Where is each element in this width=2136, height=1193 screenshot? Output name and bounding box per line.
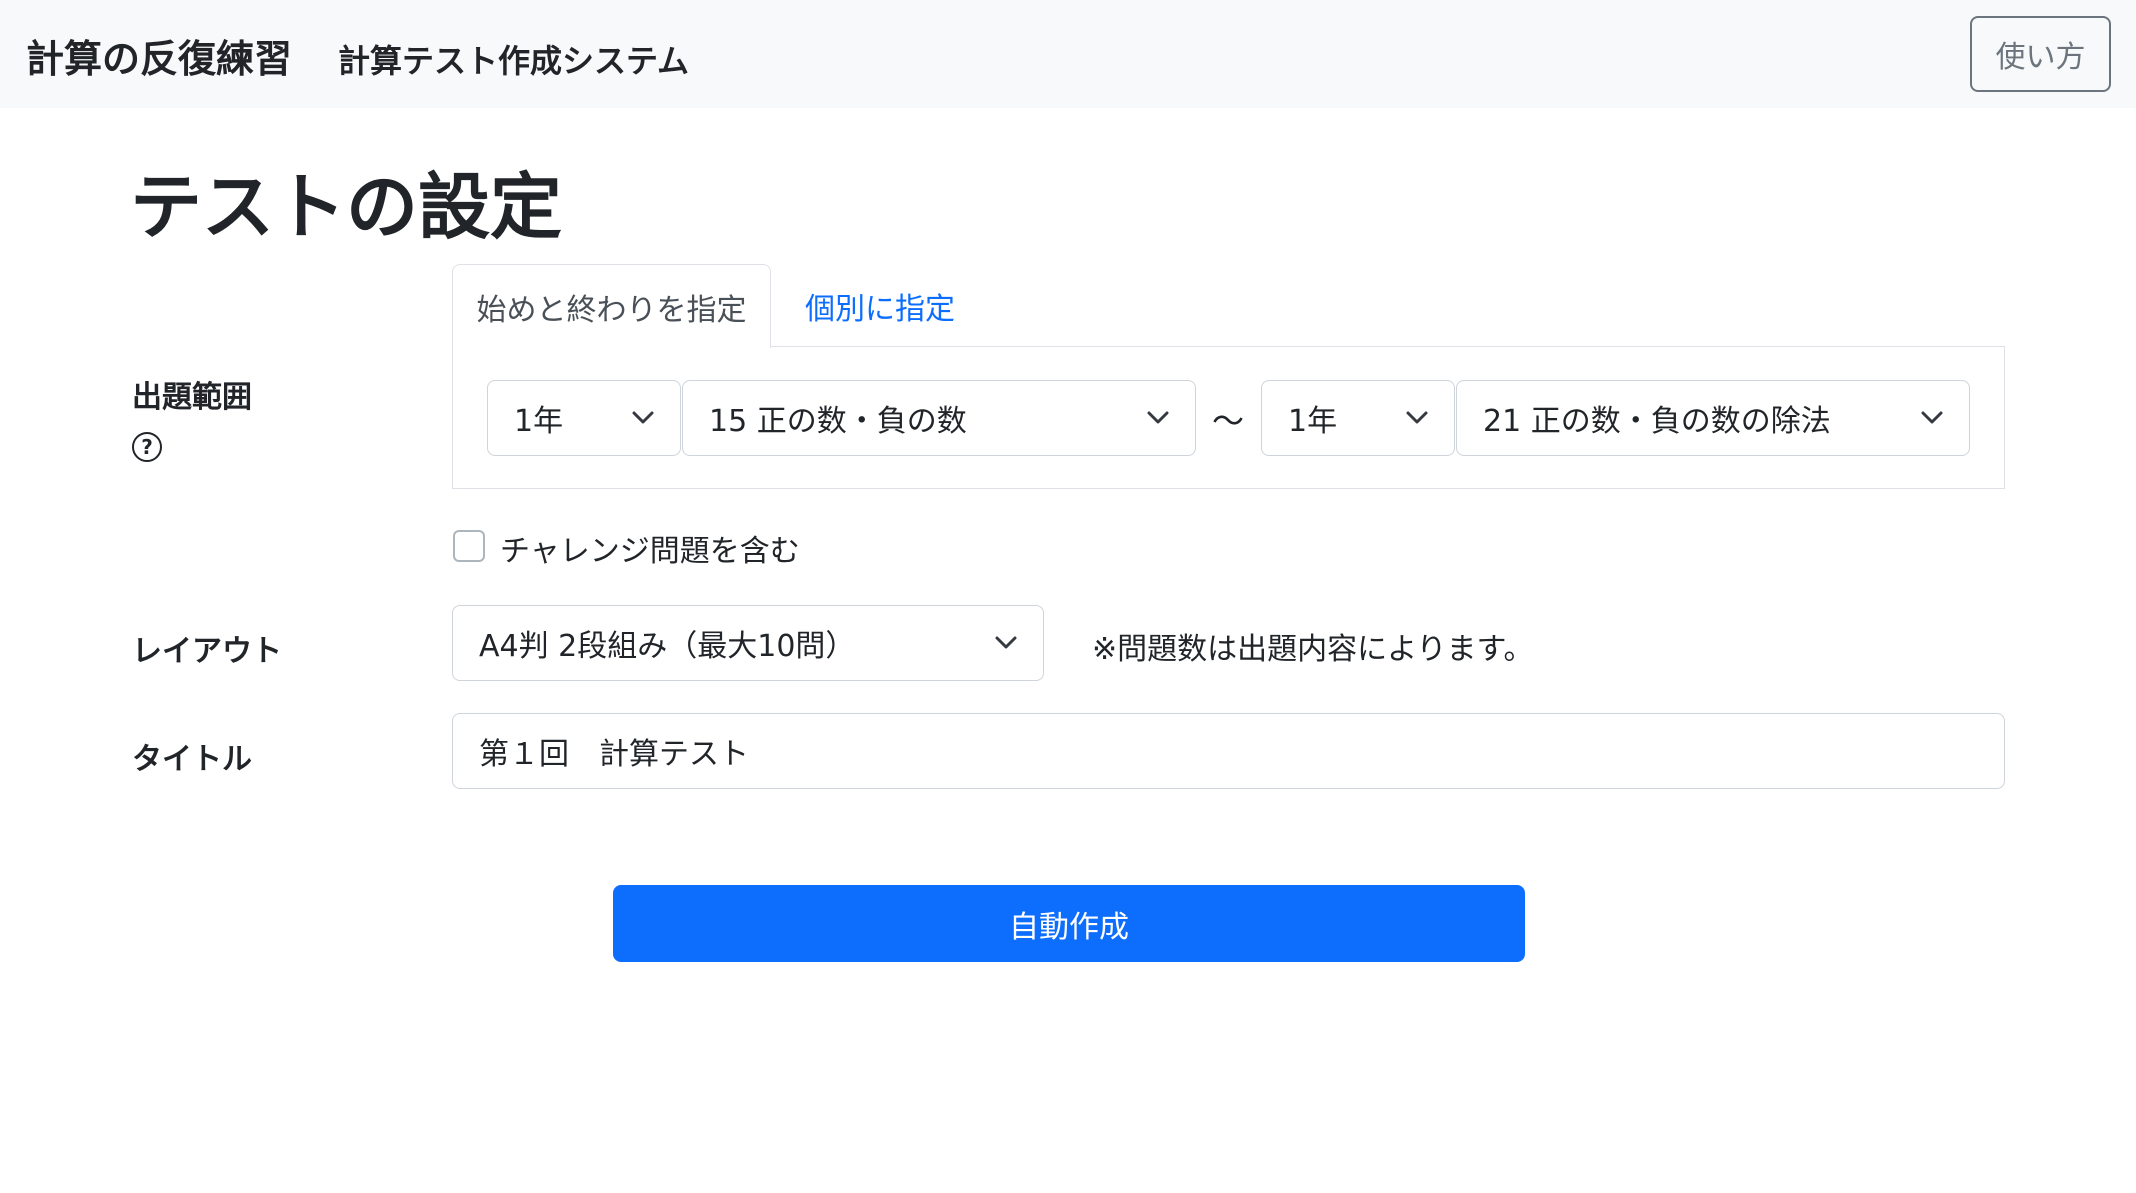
- help-button[interactable]: 使い方: [1970, 16, 2111, 92]
- challenge-label[interactable]: チャレンジ問題を含む: [500, 526, 800, 570]
- range-label: 出題範囲: [132, 380, 252, 415]
- auto-create-button[interactable]: 自動作成: [613, 885, 1525, 962]
- layout-select[interactable]: A4判 2段組み（最大10問）: [452, 605, 1044, 681]
- chevron-down-icon: [1921, 411, 1943, 424]
- chevron-down-icon: [995, 636, 1017, 649]
- end-unit-value: 21 正の数・負の数の除法: [1483, 404, 1831, 439]
- start-grade-select[interactable]: 1年: [487, 380, 681, 456]
- tab-start-end[interactable]: 始めと終わりを指定: [452, 264, 771, 348]
- layout-value: A4判 2段組み（最大10問）: [479, 629, 856, 664]
- title-label: タイトル: [132, 742, 252, 777]
- end-grade-value: 1年: [1288, 404, 1338, 439]
- start-unit-select[interactable]: 15 正の数・負の数: [682, 380, 1196, 456]
- layout-label: レイアウト: [132, 634, 282, 669]
- end-grade-select[interactable]: 1年: [1261, 380, 1455, 456]
- tab-individual[interactable]: 個別に指定: [780, 264, 980, 348]
- page-title: テストの設定: [130, 165, 563, 249]
- start-unit-value: 15 正の数・負の数: [709, 404, 967, 439]
- challenge-checkbox[interactable]: [453, 530, 485, 562]
- layout-note: ※問題数は出題内容によります。: [1092, 632, 1534, 667]
- start-grade-value: 1年: [514, 404, 564, 439]
- chevron-down-icon: [1147, 411, 1169, 424]
- chevron-down-icon: [1406, 411, 1428, 424]
- navbar-subtitle: 計算テスト作成システム: [338, 42, 690, 80]
- title-input[interactable]: 第１回 計算テスト: [452, 713, 2005, 789]
- chevron-down-icon: [632, 411, 654, 424]
- range-separator: ～: [1212, 402, 1245, 440]
- navbar: 計算の反復練習 計算テスト作成システム 使い方: [0, 0, 2136, 108]
- question-circle-icon[interactable]: ?: [132, 432, 162, 462]
- end-unit-select[interactable]: 21 正の数・負の数の除法: [1456, 380, 1970, 456]
- brand[interactable]: 計算の反復練習: [26, 28, 292, 83]
